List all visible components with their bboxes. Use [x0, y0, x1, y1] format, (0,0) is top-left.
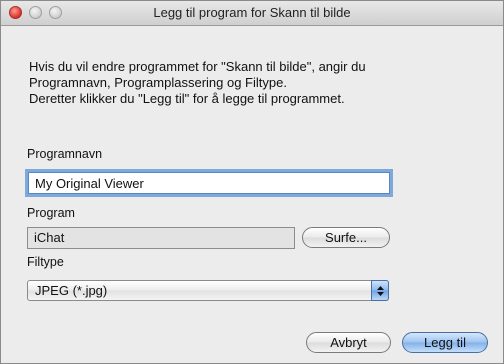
program-path-field: iChat: [27, 227, 295, 249]
zoom-window-icon[interactable]: [49, 6, 62, 19]
dialog-window: Legg til program for Skann til bilde Hvi…: [0, 0, 504, 364]
cancel-button[interactable]: Avbryt: [306, 332, 391, 353]
title-bar[interactable]: Legg til program for Skann til bilde: [1, 1, 503, 26]
add-button[interactable]: Legg til: [402, 332, 488, 353]
close-window-icon[interactable]: [9, 6, 22, 19]
instructions-text: Hvis du vil endre programmet for "Skann …: [29, 59, 479, 107]
instructions-line: Deretter klikker du "Legg til" for å leg…: [29, 91, 345, 106]
program-label: Program: [27, 206, 75, 220]
instructions-line: Programnavn, Programplassering og Filtyp…: [29, 75, 287, 90]
browse-button[interactable]: Surfe...: [302, 227, 390, 248]
program-name-label: Programnavn: [27, 147, 103, 161]
window-title: Legg til program for Skann til bilde: [153, 5, 351, 20]
filetype-select[interactable]: JPEG (*.jpg): [27, 280, 389, 301]
program-name-input[interactable]: [28, 172, 390, 194]
instructions-line: Hvis du vil endre programmet for "Skann …: [29, 59, 366, 74]
filetype-label: Filtype: [27, 255, 64, 269]
up-down-arrows-icon[interactable]: [371, 280, 389, 301]
minimize-window-icon[interactable]: [29, 6, 42, 19]
filetype-selected-value: JPEG (*.jpg): [35, 283, 108, 298]
